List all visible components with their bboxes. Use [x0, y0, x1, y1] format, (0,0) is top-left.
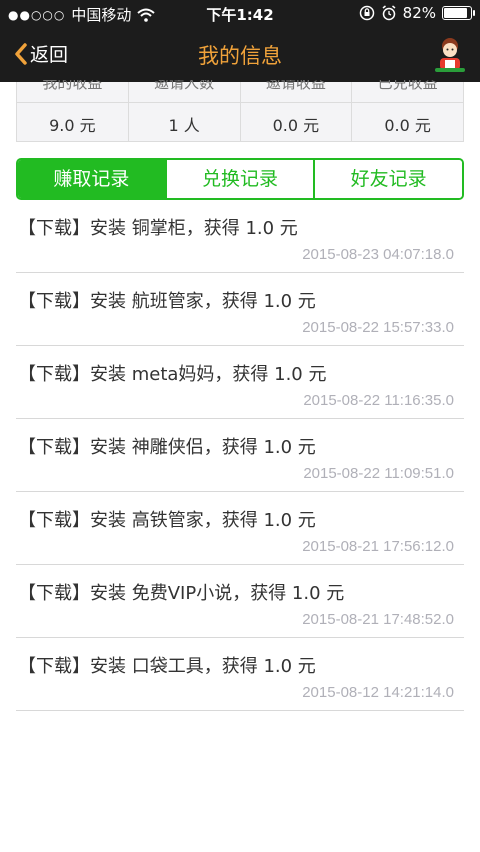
record-list: 【下载】安装 铜掌柜，获得 1.0 元 2015-08-23 04:07:18.0… — [16, 200, 464, 711]
stat-label: 邀请人数 — [129, 80, 240, 92]
list-item: 【下载】安装 航班管家，获得 1.0 元 2015-08-22 15:57:33.… — [16, 273, 464, 346]
stat-invite-earnings: 邀请收益 0.0 元 — [241, 80, 353, 141]
record-text: 【下载】安装 神雕侠侣，获得 1.0 元 — [18, 437, 316, 458]
stat-label-text: 我的收益 — [42, 80, 103, 92]
stat-value: 9.0 元 — [49, 116, 96, 135]
list-item: 【下载】安装 神雕侠侣，获得 1.0 元 2015-08-22 11:09:51.… — [16, 419, 464, 492]
stat-invites: 邀请人数 1 人 — [129, 80, 241, 141]
record-time: 2015-08-22 15:57:33.0 — [302, 319, 454, 336]
record-time: 2015-08-23 04:07:18.0 — [302, 246, 454, 263]
stat-value: 0.0 元 — [272, 116, 320, 135]
stat-label: 已兑收益 — [352, 80, 463, 92]
record-text: 【下载】安装 口袋工具，获得 1.0 元 — [18, 656, 316, 677]
stat-label: 我的收益 — [17, 80, 128, 92]
stat-label-text: 已兑收益 — [377, 80, 438, 92]
stat-earnings: 我的收益 9.0 元 — [17, 80, 129, 141]
list-item: 【下载】安装 高铁管家，获得 1.0 元 2015-08-21 17:56:12.… — [16, 492, 464, 565]
tab-earn-records[interactable]: 赚取记录 — [18, 160, 167, 198]
record-time: 2015-08-21 17:48:52.0 — [302, 611, 454, 628]
list-item: 【下载】安装 meta妈妈，获得 1.0 元 2015-08-22 11:16:3… — [16, 346, 464, 419]
record-text: 【下载】安装 铜掌柜，获得 1.0 元 — [18, 218, 298, 239]
record-time: 2015-08-21 17:56:12.0 — [302, 538, 454, 555]
page-title: 我的信息 — [198, 44, 282, 68]
nav-bar: 返回 我的信息 — [0, 28, 480, 82]
record-time: 2015-08-22 11:16:35.0 — [303, 392, 454, 409]
tab-friend-records[interactable]: 好友记录 — [315, 160, 462, 198]
battery-level — [444, 8, 467, 18]
record-time: 2015-08-22 11:09:51.0 — [303, 465, 454, 482]
stat-label-text: 邀请收益 — [265, 80, 326, 92]
stats-columns: 我的收益 9.0 元 邀请人数 1 人 邀请收益 0.0 元 已兑收益 0.0 … — [17, 80, 463, 141]
stat-label: 邀请收益 — [241, 80, 352, 92]
stat-value: 1 人 — [168, 116, 200, 135]
record-text: 【下载】安装 免费VIP小说，获得 1.0 元 — [18, 583, 345, 604]
list-item: 【下载】安装 免费VIP小说，获得 1.0 元 2015-08-21 17:48:… — [16, 565, 464, 638]
avatar-icon[interactable] — [432, 36, 468, 74]
record-tabs: 赚取记录 兑换记录 好友记录 — [16, 158, 464, 200]
battery-percent: 82% — [402, 4, 436, 22]
alarm-icon — [382, 5, 396, 21]
tab-exchange-records[interactable]: 兑换记录 — [166, 160, 316, 198]
record-text: 【下载】安装 meta妈妈，获得 1.0 元 — [18, 364, 327, 385]
record-time: 2015-08-12 14:21:14.0 — [302, 684, 454, 701]
battery-icon — [442, 6, 475, 20]
list-item: 【下载】安装 口袋工具，获得 1.0 元 2015-08-12 14:21:14.… — [16, 638, 464, 711]
status-bar: ●●○○○ 中国移动 下午1:42 82% — [0, 0, 480, 28]
list-item: 【下载】安装 铜掌柜，获得 1.0 元 2015-08-23 04:07:18.0 — [16, 200, 464, 273]
rotation-lock-icon — [359, 5, 374, 21]
stats-table: 我的收益 9.0 元 邀请人数 1 人 邀请收益 0.0 元 已兑收益 0.0 … — [16, 80, 464, 142]
stat-redeemed: 已兑收益 0.0 元 — [352, 80, 463, 141]
top-bar: ●●○○○ 中国移动 下午1:42 82% 返回 我的信息 — [0, 0, 480, 82]
record-text: 【下载】安装 高铁管家，获得 1.0 元 — [18, 510, 316, 531]
stat-label-text: 邀请人数 — [154, 80, 215, 92]
record-text: 【下载】安装 航班管家，获得 1.0 元 — [18, 291, 316, 312]
stat-value: 0.0 元 — [384, 116, 431, 135]
status-right: 82% — [359, 4, 475, 22]
